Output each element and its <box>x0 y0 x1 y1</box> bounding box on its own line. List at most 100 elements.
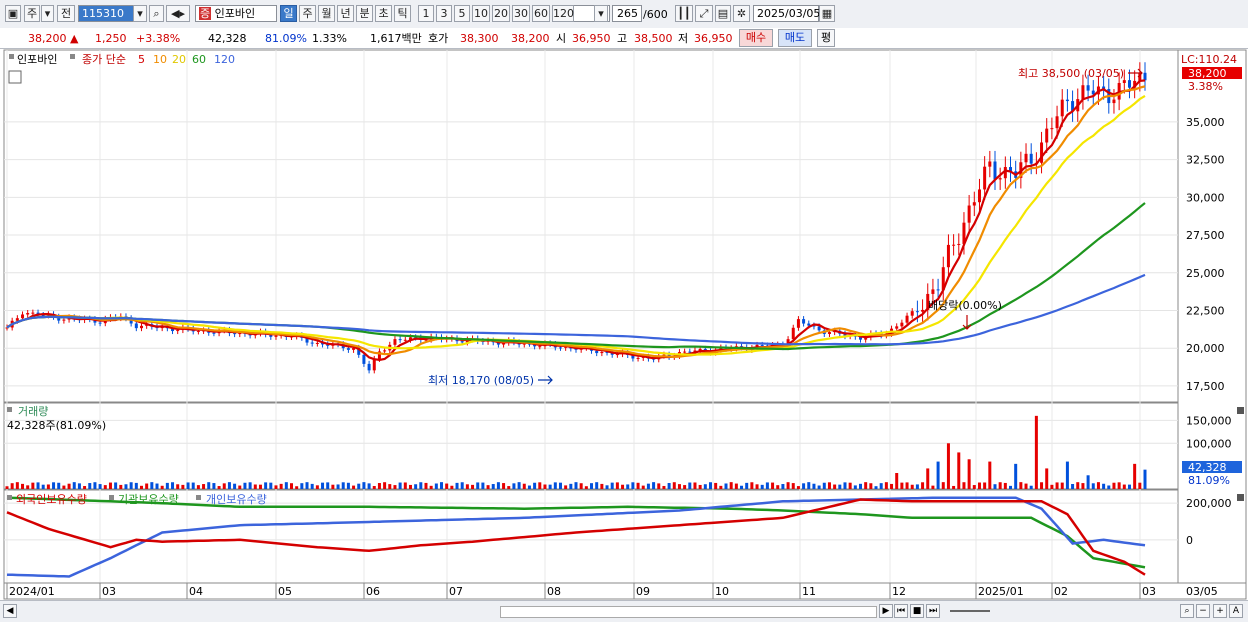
volume-bar <box>791 483 795 489</box>
volume-bar <box>388 484 392 489</box>
period-button-5[interactable]: 초 <box>375 5 392 22</box>
eval-button[interactable]: 평 <box>817 29 835 47</box>
zoom-slider[interactable] <box>950 610 990 612</box>
search-icon[interactable]: ⌕ <box>149 5 164 22</box>
zoom-search-icon[interactable]: ⌕ <box>1180 604 1194 618</box>
period-button-4[interactable]: 분 <box>356 5 373 22</box>
interval-button-10[interactable]: 10 <box>472 5 490 22</box>
candle-body <box>1060 99 1064 117</box>
volume-bar <box>67 483 71 489</box>
volume-bar <box>765 482 769 489</box>
high-annotation: 최고 38,500 (03/05) <box>1018 67 1124 80</box>
volume-bar <box>967 459 971 489</box>
interval-button-120[interactable]: 120 <box>552 5 574 22</box>
forward-icon[interactable]: ⏭ <box>926 604 940 618</box>
interval-button-5[interactable]: 5 <box>454 5 470 22</box>
sell-button[interactable]: 매도 <box>778 29 812 47</box>
volume-bar <box>57 482 61 489</box>
interval-button-1[interactable]: 1 <box>418 5 434 22</box>
scroll-thumb[interactable] <box>500 606 877 618</box>
volume-bar <box>1133 463 1137 489</box>
last-volume-pct-text: 81.09% <box>1188 474 1230 487</box>
stock-code-input[interactable]: 115310 <box>78 5 134 22</box>
interval-dropdown-icon[interactable]: ▾ <box>594 5 608 22</box>
draw-tool-icon[interactable]: ⤢ <box>695 5 713 22</box>
quote-bar: 38,200 ▲ 1,250 +3.38% 42,328 81.09% 1.33… <box>0 28 1248 49</box>
gear-icon[interactable]: ✲ <box>733 5 750 22</box>
volume-bar <box>677 484 681 489</box>
volume-bar <box>734 483 738 489</box>
candle-body <box>998 178 1002 180</box>
up-triangle-icon: ▲ <box>70 32 79 45</box>
period-button-0[interactable]: 일 <box>280 5 297 22</box>
date-input[interactable]: 2025/03/05 <box>753 5 820 22</box>
scroll-right-icon[interactable]: ▶ <box>879 604 893 618</box>
stock-chart[interactable]: 35,000 32,500 30,000 27,500 25,000 22,500 20,0… <box>0 49 1248 600</box>
volume-bar <box>1086 475 1090 489</box>
volume-bar <box>258 484 262 489</box>
volume-bar <box>300 483 304 489</box>
interval-button-30[interactable]: 30 <box>512 5 530 22</box>
volume-bar <box>491 484 495 489</box>
count-input[interactable]: 265 <box>612 5 642 22</box>
volume-bar <box>160 485 164 489</box>
calendar-icon[interactable]: ▦ <box>819 5 835 22</box>
buy-button[interactable]: 매수 <box>739 29 773 47</box>
zoom-in-icon[interactable]: + <box>1213 604 1227 618</box>
time-tick-label: 09 <box>636 585 650 598</box>
candle-body <box>1081 85 1085 100</box>
speaker-icon[interactable]: ◀▸ <box>166 5 190 22</box>
prev-button[interactable]: 전 <box>57 5 75 22</box>
volume-bar <box>455 482 459 489</box>
candle-body <box>636 357 640 359</box>
volume-bar <box>465 484 469 489</box>
volume-bar <box>621 484 625 489</box>
volume-bar <box>15 482 19 489</box>
save-icon[interactable]: ▤ <box>715 5 731 22</box>
foreign-holdings-line <box>6 498 1146 576</box>
scroll-left-icon[interactable]: ◀ <box>3 604 17 618</box>
candle-body <box>1127 80 1131 88</box>
volume-bar <box>760 484 764 489</box>
candle-type-icon[interactable]: ┃┃ <box>675 5 693 22</box>
window-menu-icon[interactable]: ▣ <box>5 5 21 22</box>
volume-bar <box>52 482 56 489</box>
period-button-2[interactable]: 월 <box>318 5 335 22</box>
time-tick-label: 05 <box>278 585 292 598</box>
stop-icon[interactable]: ■ <box>910 604 924 618</box>
volume-bar <box>176 484 180 489</box>
stock-name-field[interactable]: 증 인포바인 <box>195 5 277 22</box>
zoom-out-icon[interactable]: − <box>1196 604 1210 618</box>
period-button-1[interactable]: 주 <box>299 5 316 22</box>
market-dropdown-icon[interactable]: ▾ <box>41 5 54 22</box>
candle-body <box>372 358 376 371</box>
volume-bar <box>295 486 299 489</box>
period-button-6[interactable]: 틱 <box>394 5 411 22</box>
volume-bar <box>440 482 444 489</box>
interval-button-3[interactable]: 3 <box>436 5 452 22</box>
bid-label: 호가 <box>428 32 449 45</box>
market-button[interactable]: 주 <box>24 5 40 22</box>
volume-bar <box>1122 484 1126 489</box>
volume-bar <box>362 482 366 489</box>
stock-badge-icon: 증 <box>199 7 212 20</box>
period-button-3[interactable]: 년 <box>337 5 354 22</box>
rewind-icon[interactable]: ⏮ <box>894 604 908 618</box>
volume-bar <box>683 485 687 489</box>
high-price: 38,500 <box>634 32 673 45</box>
volume-bar <box>217 486 221 489</box>
volume-bar <box>284 482 288 489</box>
code-dropdown-icon[interactable]: ▾ <box>133 5 147 22</box>
table-toggle-icon[interactable] <box>8 70 22 84</box>
volume-bar <box>729 482 733 489</box>
volume-bar <box>155 483 159 489</box>
dividend-arrow-icon <box>962 315 972 330</box>
interval-button-20[interactable]: 20 <box>492 5 510 22</box>
volume-bar <box>450 485 454 489</box>
volume-bar <box>372 485 376 489</box>
price-change: 1,250 <box>95 32 127 45</box>
interval-button-60[interactable]: 60 <box>532 5 550 22</box>
volume-bar <box>315 485 319 489</box>
volume-bar <box>538 482 542 489</box>
font-size-icon[interactable]: A <box>1229 604 1243 618</box>
